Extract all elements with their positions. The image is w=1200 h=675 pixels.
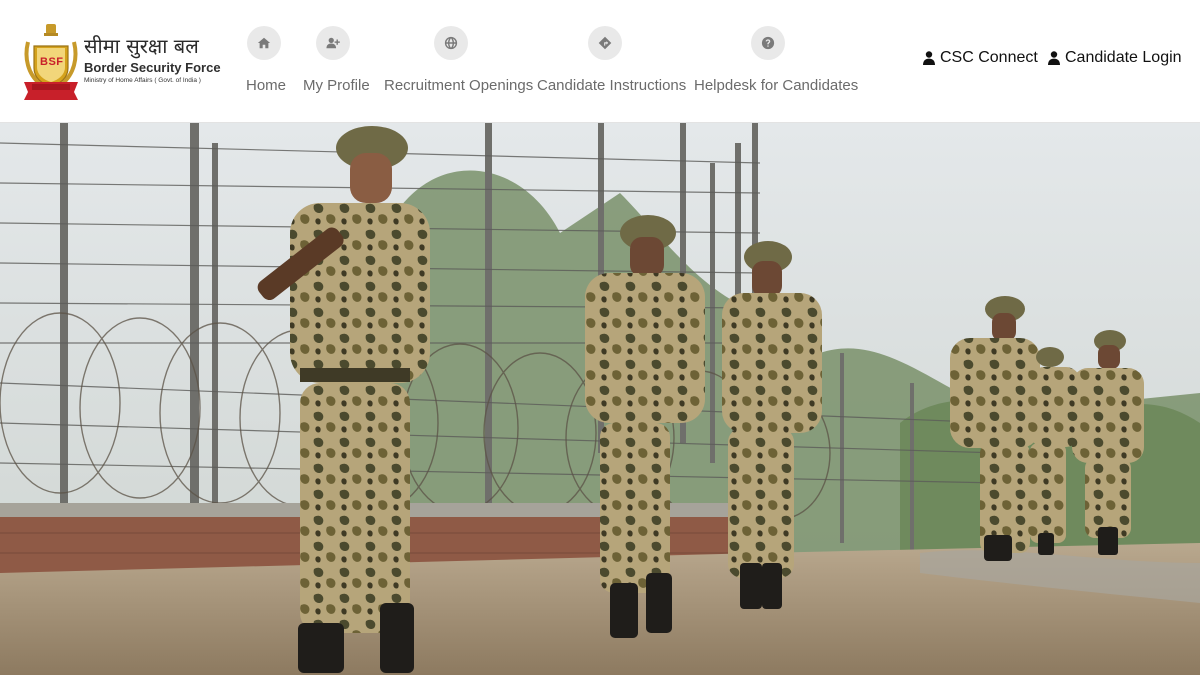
- nav-recruitment-openings-label: Recruitment Openings: [384, 77, 534, 94]
- logo-text: सीमा सुरक्षा बल Border Security Force Mi…: [84, 34, 221, 84]
- logo-english-name: Border Security Force: [84, 60, 221, 75]
- candidate-login-label: Candidate Login: [1065, 49, 1182, 66]
- csc-connect-label: CSC Connect: [940, 49, 1038, 66]
- nav-my-profile[interactable]: My Profile: [303, 26, 370, 94]
- nav-helpdesk-label: Helpdesk for Candidates: [694, 77, 859, 94]
- nav-recruitment-openings[interactable]: Recruitment Openings: [384, 26, 534, 94]
- bsf-logo[interactable]: BSF सीमा सुरक्षा बल Border Security Forc…: [20, 22, 221, 102]
- hero-banner-image: [0, 123, 1200, 675]
- nav-home-label: Home: [246, 77, 287, 94]
- bsf-badge-text: BSF: [40, 56, 64, 68]
- nav-candidate-instructions-label: Candidate Instructions: [537, 77, 687, 94]
- user-icon: [1048, 51, 1060, 65]
- logo-hindi-name: सीमा सुरक्षा बल: [84, 34, 199, 58]
- nav-home[interactable]: Home: [246, 26, 287, 94]
- candidate-login-link[interactable]: Candidate Login: [1048, 49, 1182, 67]
- globe-icon: [433, 26, 468, 60]
- question-icon: [750, 26, 785, 60]
- nav-my-profile-label: My Profile: [303, 77, 370, 94]
- csc-connect-link[interactable]: CSC Connect: [923, 49, 1038, 67]
- hero-photo: [0, 123, 1200, 675]
- user-icon: [923, 51, 935, 65]
- site-header: BSF सीमा सुरक्षा बल Border Security Forc…: [0, 0, 1200, 123]
- user-plus-icon: [316, 26, 350, 60]
- logo-ministry: Ministry of Home Affairs ( Govt. of Indi…: [84, 77, 201, 84]
- nav-helpdesk[interactable]: Helpdesk for Candidates: [694, 26, 859, 94]
- directions-icon: [588, 26, 622, 60]
- home-icon: [247, 26, 281, 60]
- nav-candidate-instructions[interactable]: Candidate Instructions: [537, 26, 687, 94]
